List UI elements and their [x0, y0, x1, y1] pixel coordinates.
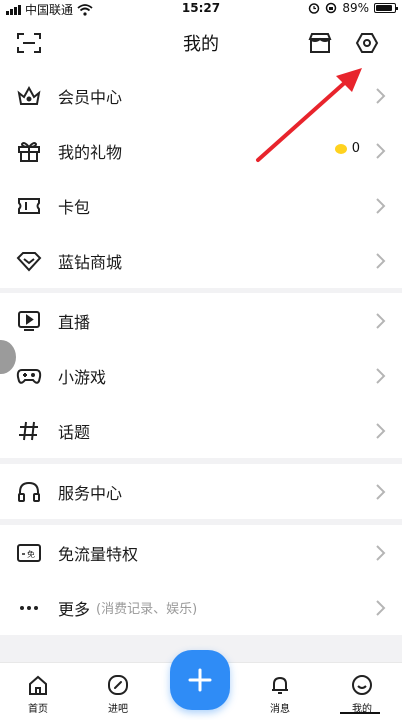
- gift-icon: [14, 136, 44, 166]
- store-button[interactable]: [305, 28, 335, 58]
- crown-icon: [14, 81, 44, 111]
- lock-rotation-icon: [326, 2, 337, 14]
- menu-item-label: 服务中心: [58, 483, 123, 503]
- chevron-right-icon: [376, 88, 386, 104]
- menu-item-more[interactable]: 更多 (消费记录、娱乐): [0, 580, 402, 635]
- tab-messages[interactable]: 消息: [250, 673, 310, 715]
- scan-button[interactable]: [14, 28, 44, 58]
- live-play-icon: [14, 306, 44, 336]
- chevron-right-icon: [376, 313, 386, 329]
- chevron-right-icon: [376, 423, 386, 439]
- menu-item-service-center[interactable]: 服务中心: [0, 464, 402, 519]
- plus-icon: [188, 668, 212, 692]
- menu-item-label: 会员中心: [58, 87, 123, 107]
- tab-label: 进吧: [108, 704, 128, 715]
- chevron-right-icon: [376, 253, 386, 269]
- settings-button[interactable]: [352, 28, 382, 58]
- chevron-right-icon: [376, 484, 386, 500]
- menu-group-more: 免 免流量特权 更多 (消费记录、娱乐): [0, 525, 402, 635]
- status-bar: 中国联通 15:27 89%: [0, 0, 402, 18]
- menu-item-live[interactable]: 直播: [0, 293, 402, 348]
- publish-button[interactable]: [170, 650, 230, 710]
- more-dots-icon: [14, 593, 44, 623]
- menu-item-blue-diamond-mall[interactable]: 蓝钻商城: [0, 233, 402, 288]
- svg-text:免: 免: [27, 549, 35, 559]
- headphones-icon: [14, 477, 44, 507]
- battery-icon: [374, 3, 398, 13]
- chevron-right-icon: [376, 143, 386, 159]
- settings-hexagon-icon: [355, 33, 379, 53]
- compass-icon: [108, 675, 128, 695]
- diamond-icon: [14, 246, 44, 276]
- tab-me[interactable]: 我的: [332, 673, 392, 715]
- store-icon: [308, 33, 332, 53]
- ticket-icon: [14, 191, 44, 221]
- menu-item-label: 卡包: [58, 197, 91, 217]
- tab-label: 首页: [28, 704, 48, 715]
- alarm-icon: [309, 3, 320, 14]
- menu-item-label: 我的礼物: [58, 142, 123, 162]
- scan-icon: [17, 33, 41, 53]
- menu-item-label: 免流量特权: [58, 544, 139, 564]
- chevron-right-icon: [376, 600, 386, 616]
- gamepad-icon: [14, 361, 44, 391]
- sim-card-icon: 免: [14, 538, 44, 568]
- annotation-arrow-icon: [256, 68, 362, 162]
- menu-item-topics[interactable]: 话题: [0, 403, 402, 458]
- menu-group-entertainment: 直播 小游戏 话题: [0, 293, 402, 458]
- menu-item-label: 蓝钻商城: [58, 252, 123, 272]
- tab-explore[interactable]: 进吧: [88, 673, 148, 715]
- chevron-right-icon: [376, 198, 386, 214]
- menu-item-card-wallet[interactable]: 卡包: [0, 178, 402, 233]
- menu-item-sublabel: (消费记录、娱乐): [96, 602, 198, 617]
- bell-icon: [272, 676, 288, 694]
- menu-item-label: 直播: [58, 312, 91, 332]
- tab-label: 消息: [270, 704, 290, 715]
- page-title: 我的: [183, 34, 219, 55]
- tab-home[interactable]: 首页: [8, 673, 68, 715]
- menu-item-mini-games[interactable]: 小游戏: [0, 348, 402, 403]
- hashtag-icon: [14, 416, 44, 446]
- battery-percent: 89%: [342, 1, 369, 15]
- profile-icon: [352, 675, 372, 695]
- menu-item-free-data[interactable]: 免 免流量特权: [0, 525, 402, 580]
- home-indicator: [340, 712, 380, 714]
- menu-group-service: 服务中心: [0, 464, 402, 519]
- chevron-right-icon: [376, 368, 386, 384]
- chevron-right-icon: [376, 545, 386, 561]
- menu-item-label: 小游戏: [58, 367, 107, 387]
- menu-item-label: 话题: [58, 422, 91, 442]
- home-icon: [29, 675, 47, 695]
- menu-item-label: 更多: [58, 599, 91, 619]
